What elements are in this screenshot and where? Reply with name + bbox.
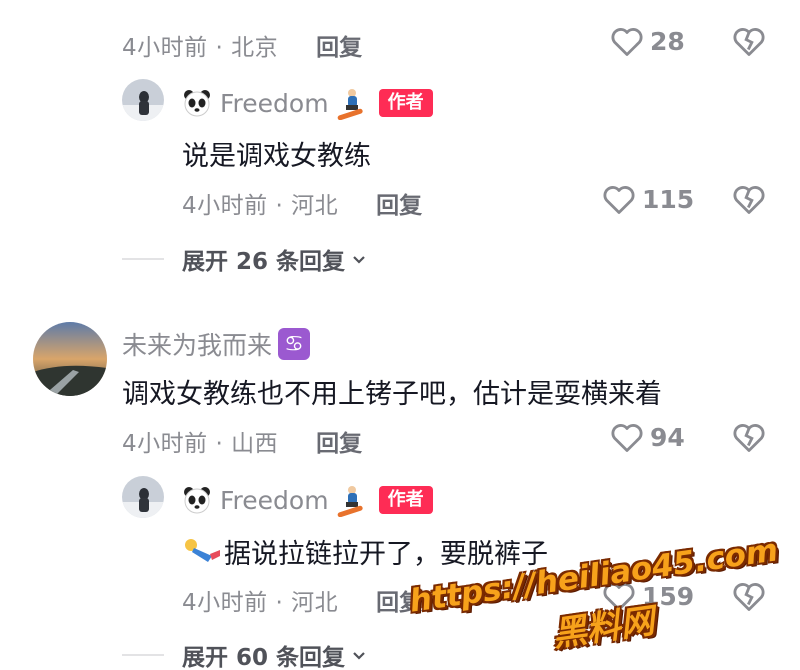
reply-button[interactable]: 回复 <box>316 28 362 62</box>
author-badge: 作者 <box>378 89 433 117</box>
expand-replies-button[interactable]: 展开 26 条回复 <box>122 242 367 276</box>
expand-replies-label: 展开 26 条回复 <box>182 249 346 275</box>
comment-meta: 4小时前 · 河北 回复 <box>182 186 422 220</box>
author-badge: 作者 <box>378 486 433 514</box>
comment-meta: 4小时前 · 北京 回复 <box>122 28 362 62</box>
user-row: 未来为我而来 ♋ <box>122 326 311 362</box>
panda-icon <box>184 90 210 117</box>
heart-icon <box>611 424 643 452</box>
avatar[interactable] <box>122 476 164 518</box>
expand-replies-button[interactable]: 展开 60 条回复 <box>122 638 367 670</box>
comment-meta: 4小时前 · 山西 回复 <box>122 424 362 458</box>
author-name[interactable]: Freedom <box>220 89 329 118</box>
broken-heart-icon[interactable] <box>732 421 766 453</box>
like-count: 115 <box>642 184 695 214</box>
comment-time-location: 4小时前 · 河北 <box>182 193 339 219</box>
avatar[interactable] <box>122 79 164 121</box>
heart-icon <box>611 28 643 56</box>
comment-text: 据说拉链拉开了，要脱裤子 <box>182 532 548 571</box>
comment-text: 调戏女教练也不用上铐子吧，估计是耍横来着 <box>122 379 662 410</box>
snowboarder-icon <box>337 89 363 120</box>
comment-meta: 4小时前 · 河北 回复 <box>182 583 422 617</box>
author-row: Freedom 作者 <box>182 86 433 120</box>
reply-button[interactable]: 回复 <box>376 186 422 220</box>
broken-heart-icon[interactable] <box>732 580 766 612</box>
user-name[interactable]: 未来为我而来 <box>122 326 272 362</box>
like-count: 94 <box>650 422 685 452</box>
heart-icon <box>603 186 635 214</box>
comment-text-body: 据说拉链拉开了，要脱裤子 <box>224 539 548 570</box>
chevron-down-icon <box>353 652 365 660</box>
falling-person-emoji-icon <box>185 538 220 562</box>
like-button[interactable]: 115 <box>602 183 694 215</box>
comment-text: 说是调戏女教练 <box>182 141 371 172</box>
comment-time-location: 4小时前 · 河北 <box>182 590 339 616</box>
divider <box>122 654 164 656</box>
avatar[interactable] <box>33 322 107 396</box>
like-count: 28 <box>650 26 685 56</box>
watermark-site-name: 黑料网 <box>550 601 657 655</box>
snowboarder-icon <box>337 486 363 517</box>
broken-heart-icon[interactable] <box>732 183 766 215</box>
panda-icon <box>184 487 210 514</box>
divider <box>122 258 164 260</box>
broken-heart-icon[interactable] <box>732 25 766 57</box>
chevron-down-icon <box>353 256 365 264</box>
comment-time-location: 4小时前 · 山西 <box>122 431 279 457</box>
expand-replies-label: 展开 60 条回复 <box>182 645 346 670</box>
reply-button[interactable]: 回复 <box>316 424 362 458</box>
like-button[interactable]: 94 <box>610 421 685 453</box>
like-button[interactable]: 28 <box>610 25 685 57</box>
author-name[interactable]: Freedom <box>220 486 329 515</box>
author-row: Freedom 作者 <box>182 483 433 517</box>
comment-time-location: 4小时前 · 北京 <box>122 35 279 61</box>
cancer-zodiac-icon: ♋ <box>278 328 311 360</box>
